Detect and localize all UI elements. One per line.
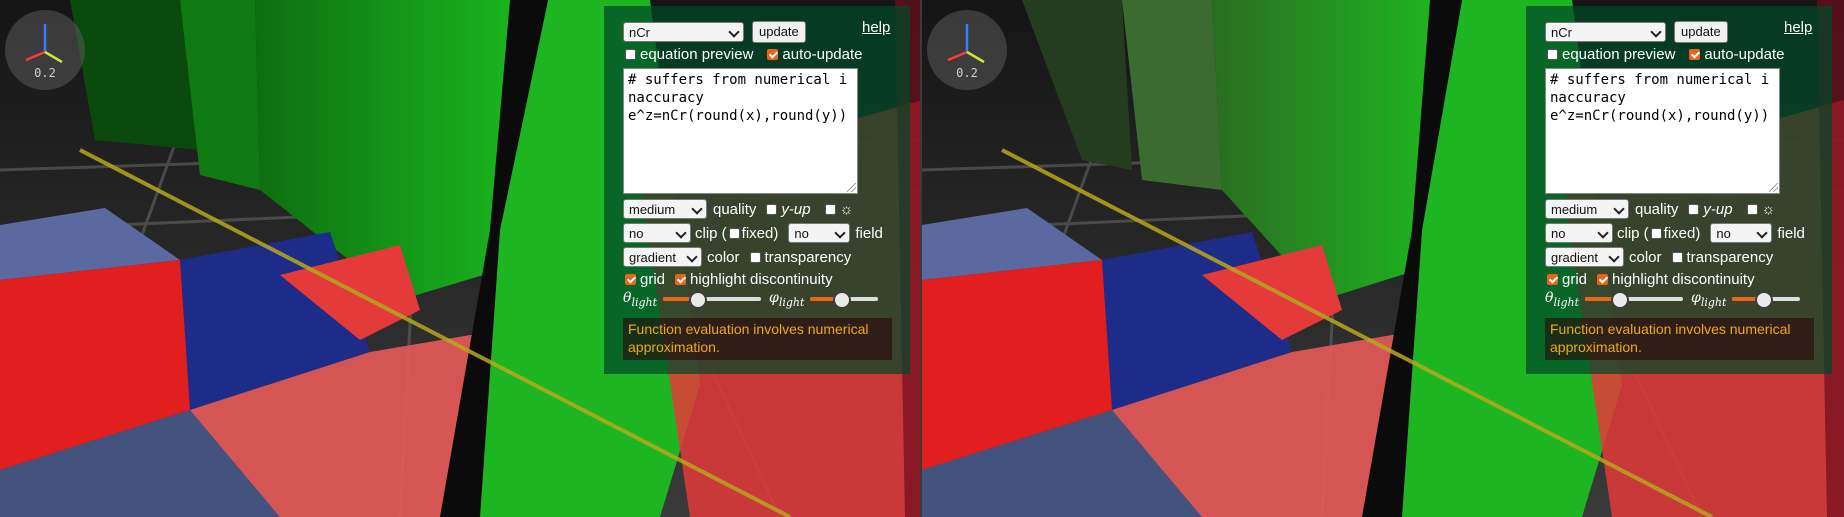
equation-preview-label: equation preview	[1562, 46, 1676, 63]
clip-select[interactable]: no	[1545, 223, 1613, 243]
axis-gizmo[interactable]: 0.2	[927, 10, 1007, 90]
slider-thumb[interactable]	[689, 291, 708, 310]
color-label: color	[707, 248, 740, 266]
quality-label: quality	[713, 200, 757, 218]
auto-update-label: auto-update	[1704, 46, 1785, 63]
grid-checkbox[interactable]	[1547, 274, 1558, 285]
phi-light-slider[interactable]	[810, 291, 879, 310]
resize-grip-icon[interactable]	[847, 183, 856, 192]
chevron-down-icon	[691, 203, 703, 215]
fixed-label: fixed)	[741, 224, 779, 242]
chevron-down-icon	[1613, 203, 1625, 215]
equation-editor[interactable]: # suffers from numerical inaccuracy e^z=…	[1545, 68, 1780, 194]
theta-light-slider[interactable]	[663, 291, 762, 310]
viewport-right[interactable]: 0.2 nCr update help equation preview aut…	[922, 0, 1844, 517]
color-label: color	[1629, 248, 1662, 266]
equation-preview-checkbox[interactable]	[1547, 49, 1558, 60]
auto-update-checkbox[interactable]	[767, 49, 779, 60]
auto-update-checkbox[interactable]	[1689, 49, 1701, 60]
axis-gizmo[interactable]: 0.2	[5, 10, 85, 90]
fixed-label: fixed)	[1663, 224, 1701, 242]
highlight-discontinuity-checkbox[interactable]	[1597, 274, 1609, 285]
sun-icon: ☼	[839, 200, 854, 218]
quality-select[interactable]: medium	[1545, 199, 1629, 219]
equation-preview-checkbox[interactable]	[625, 49, 636, 60]
theta-light-slider[interactable]	[1585, 291, 1684, 310]
update-button[interactable]: update	[752, 21, 806, 43]
chevron-down-icon	[1756, 227, 1769, 239]
y-up-checkbox[interactable]	[1688, 203, 1700, 215]
chevron-down-icon	[1597, 227, 1609, 239]
color-select[interactable]: gradient	[1545, 247, 1624, 267]
gizmo-scale-label: 0.2	[34, 66, 56, 80]
grid-label: grid	[640, 271, 666, 288]
phi-light-label: φlight	[769, 290, 805, 309]
transparency-checkbox[interactable]	[749, 251, 761, 263]
slider-thumb[interactable]	[1755, 291, 1774, 310]
y-up-label: y-up	[781, 200, 811, 218]
control-panel: nCr update help equation preview auto-up…	[604, 6, 910, 374]
slider-thumb[interactable]	[833, 291, 852, 310]
gizmo-scale-label: 0.2	[956, 66, 978, 80]
equation-editor[interactable]: # suffers from numerical inaccuracy e^z=…	[623, 68, 858, 194]
chevron-down-icon	[1650, 26, 1662, 38]
phi-light-slider[interactable]	[1732, 291, 1801, 310]
sun-icon: ☼	[1761, 200, 1776, 218]
chevron-down-icon	[675, 227, 687, 239]
notice-message: Function evaluation involves numerical a…	[1545, 318, 1814, 360]
color-select[interactable]: gradient	[623, 247, 702, 267]
fixed-checkbox[interactable]	[728, 227, 740, 239]
equation-preview-label: equation preview	[640, 46, 754, 63]
field-select[interactable]: no	[1710, 223, 1773, 243]
notice-message: Function evaluation involves numerical a…	[623, 318, 892, 360]
chevron-down-icon	[1608, 251, 1620, 263]
field-select[interactable]: no	[788, 223, 851, 243]
help-link[interactable]: help	[1784, 19, 1812, 36]
field-label: field	[855, 224, 883, 242]
chevron-down-icon	[834, 227, 847, 239]
sun-checkbox[interactable]	[824, 203, 836, 215]
quality-select[interactable]: medium	[623, 199, 707, 219]
resize-grip-icon[interactable]	[1769, 183, 1778, 192]
highlight-discontinuity-checkbox[interactable]	[675, 274, 687, 285]
y-up-label: y-up	[1703, 200, 1733, 218]
help-link[interactable]: help	[862, 19, 890, 36]
transparency-checkbox[interactable]	[1671, 251, 1683, 263]
chevron-down-icon	[686, 251, 698, 263]
sun-checkbox[interactable]	[1746, 203, 1758, 215]
highlight-discontinuity-label: highlight discontinuity	[690, 271, 833, 288]
clip-label: clip (	[695, 224, 727, 242]
theta-light-label: θlight	[623, 290, 658, 309]
auto-update-label: auto-update	[782, 46, 863, 63]
update-button[interactable]: update	[1674, 21, 1728, 43]
grid-label: grid	[1562, 271, 1588, 288]
chevron-down-icon	[728, 26, 740, 38]
phi-light-label: φlight	[1691, 290, 1727, 309]
field-label: field	[1777, 224, 1805, 242]
control-panel: nCr update help equation preview auto-up…	[1526, 6, 1832, 374]
highlight-discontinuity-label: highlight discontinuity	[1612, 271, 1755, 288]
fixed-checkbox[interactable]	[1650, 227, 1662, 239]
viewport-left[interactable]: 0.2 nCr update help equation preview aut…	[0, 0, 922, 517]
y-up-checkbox[interactable]	[766, 203, 778, 215]
grid-checkbox[interactable]	[625, 274, 636, 285]
function-select[interactable]: nCr	[1545, 22, 1666, 42]
function-select[interactable]: nCr	[623, 22, 744, 42]
clip-label: clip (	[1617, 224, 1649, 242]
clip-select[interactable]: no	[623, 223, 691, 243]
transparency-label: transparency	[1686, 248, 1774, 266]
slider-thumb[interactable]	[1611, 291, 1630, 310]
transparency-label: transparency	[764, 248, 852, 266]
theta-light-label: θlight	[1545, 290, 1580, 309]
quality-label: quality	[1635, 200, 1679, 218]
